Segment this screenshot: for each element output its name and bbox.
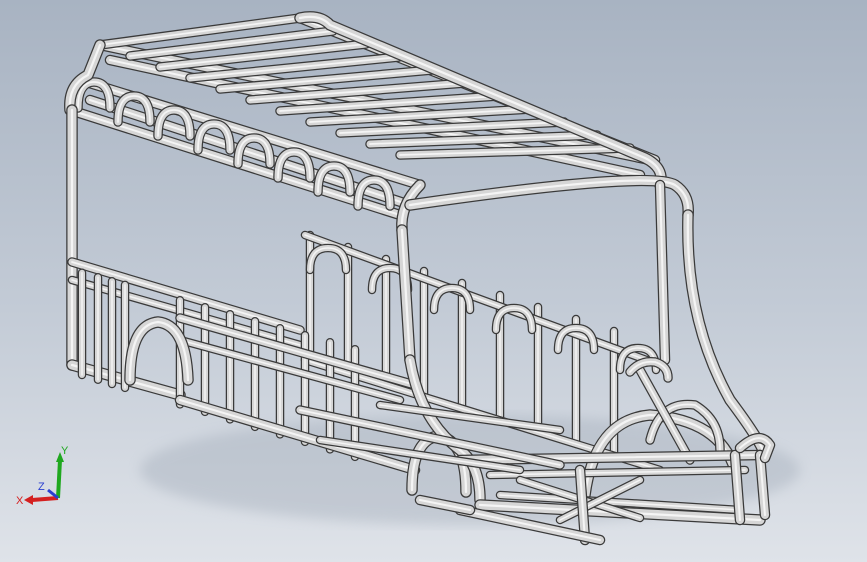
front-pillar-b-fill bbox=[683, 210, 770, 460]
x-axis-label: X bbox=[16, 495, 24, 507]
belt-rail-lower-highlight bbox=[71, 279, 301, 346]
x-axis-arrow bbox=[31, 496, 59, 502]
graphics-viewport[interactable]: Y X Z bbox=[0, 0, 867, 562]
y-axis-label: Y bbox=[61, 445, 69, 457]
front-small-arch-fill bbox=[626, 358, 672, 382]
x-axis-head bbox=[24, 495, 33, 505]
bus-frame-model[interactable] bbox=[0, 0, 867, 562]
z-axis-label: Z bbox=[38, 481, 45, 493]
orientation-triad: Y X Z bbox=[16, 445, 69, 507]
y-axis-arrow bbox=[56, 459, 62, 499]
far-side-top-rail-highlight bbox=[304, 234, 661, 366]
